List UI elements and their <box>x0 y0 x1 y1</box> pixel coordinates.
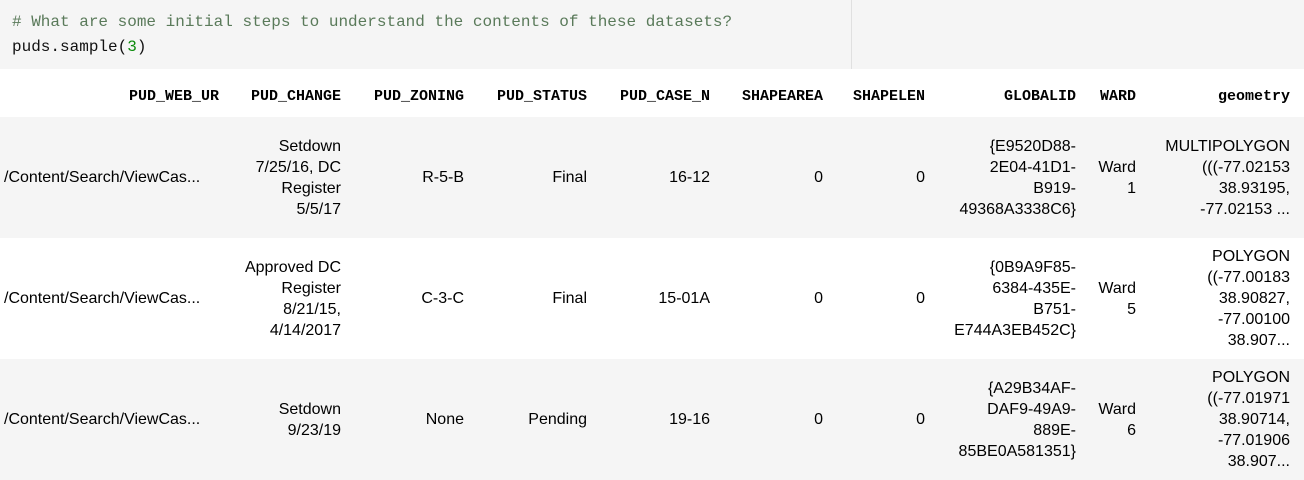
table-header: PUD_WEB_UR PUD_CHANGE PUD_ZONING PUD_STA… <box>0 69 1304 117</box>
column-header: PUD_WEB_UR <box>128 88 219 105</box>
cell-pud-change: Setdown 7/25/16, DC Register 5/5/17 <box>255 137 341 218</box>
cell-pud-case-n: 19-16 <box>669 411 710 428</box>
cell-shapelen: 0 <box>916 411 925 428</box>
table-row: /Content/Search/ViewCas... Setdown 9/23/… <box>0 359 1304 480</box>
cell-shapelen: 0 <box>916 290 925 307</box>
cell-globalid: {E9520D88- 2E04-41D1- B919- 49368A3338C6… <box>959 137 1076 218</box>
code-input-cell-margin <box>852 0 1304 69</box>
cell-geometry: POLYGON ((-77.00183 38.90827, -77.00100 … <box>1207 248 1290 349</box>
column-header: PUD_ZONING <box>373 88 464 105</box>
column-header: SHAPEAREA <box>741 88 823 105</box>
dataframe-output: PUD_WEB_UR PUD_CHANGE PUD_ZONING PUD_STA… <box>0 69 1304 480</box>
cell-pud-zoning: None <box>425 411 464 428</box>
cell-globalid: {0B9A9F85- 6384-435E- B751- E744A3EB452C… <box>954 258 1076 339</box>
cell-pud-change: Setdown 9/23/19 <box>278 400 341 439</box>
cell-pud-case-n: 15-01A <box>658 290 710 307</box>
cell-pud-zoning: R-5-B <box>422 169 464 186</box>
cell-shapelen: 0 <box>916 169 925 186</box>
cell-shapearea: 0 <box>814 411 823 428</box>
cell-ward: Ward 1 <box>1098 158 1136 197</box>
column-header: PUD_CASE_N <box>619 88 710 105</box>
code-comment: # What are some initial steps to underst… <box>12 13 733 31</box>
cell-shapearea: 0 <box>814 169 823 186</box>
column-header: GLOBALID <box>1003 88 1076 105</box>
column-header: SHAPELEN <box>852 88 925 105</box>
column-header: geometry <box>1217 88 1290 105</box>
column-header: PUD_STATUS <box>496 88 587 105</box>
cell-pud-status: Final <box>552 169 587 186</box>
column-header: PUD_CHANGE <box>250 88 341 105</box>
code-argument: 3 <box>127 38 137 56</box>
table-row: /Content/Search/ViewCas... Setdown 7/25/… <box>0 117 1304 238</box>
code-function-call: puds.sample( <box>12 38 128 56</box>
cell-geometry: POLYGON ((-77.01971 38.90714, -77.01906 … <box>1207 369 1290 470</box>
cell-pud-change: Approved DC Register 8/21/15, 4/14/2017 <box>244 258 341 339</box>
cell-shapearea: 0 <box>814 290 823 307</box>
code-input-cell[interactable]: # What are some initial steps to underst… <box>0 0 852 69</box>
cell-pud-web-ur: /Content/Search/ViewCas... <box>4 411 201 428</box>
table-row: /Content/Search/ViewCas... Approved DC R… <box>0 238 1304 359</box>
cell-pud-status: Final <box>552 290 587 307</box>
cell-pud-case-n: 16-12 <box>669 169 710 186</box>
cell-pud-web-ur: /Content/Search/ViewCas... <box>4 169 201 186</box>
cell-geometry: MULTIPOLYGON (((-77.02153 38.93195, -77.… <box>1165 137 1290 218</box>
code-editor[interactable]: # What are some initial steps to underst… <box>12 10 732 60</box>
cell-pud-status: Pending <box>528 411 587 428</box>
cell-pud-web-ur: /Content/Search/ViewCas... <box>4 290 201 307</box>
cell-ward: Ward 5 <box>1098 279 1136 318</box>
column-header: WARD <box>1099 88 1136 105</box>
cell-pud-zoning: C-3-C <box>421 290 464 307</box>
code-close-paren: ) <box>136 38 147 56</box>
cell-ward: Ward 6 <box>1098 400 1136 439</box>
cell-globalid: {A29B34AF- DAF9-49A9- 889E- 85BE0A581351… <box>958 379 1076 460</box>
